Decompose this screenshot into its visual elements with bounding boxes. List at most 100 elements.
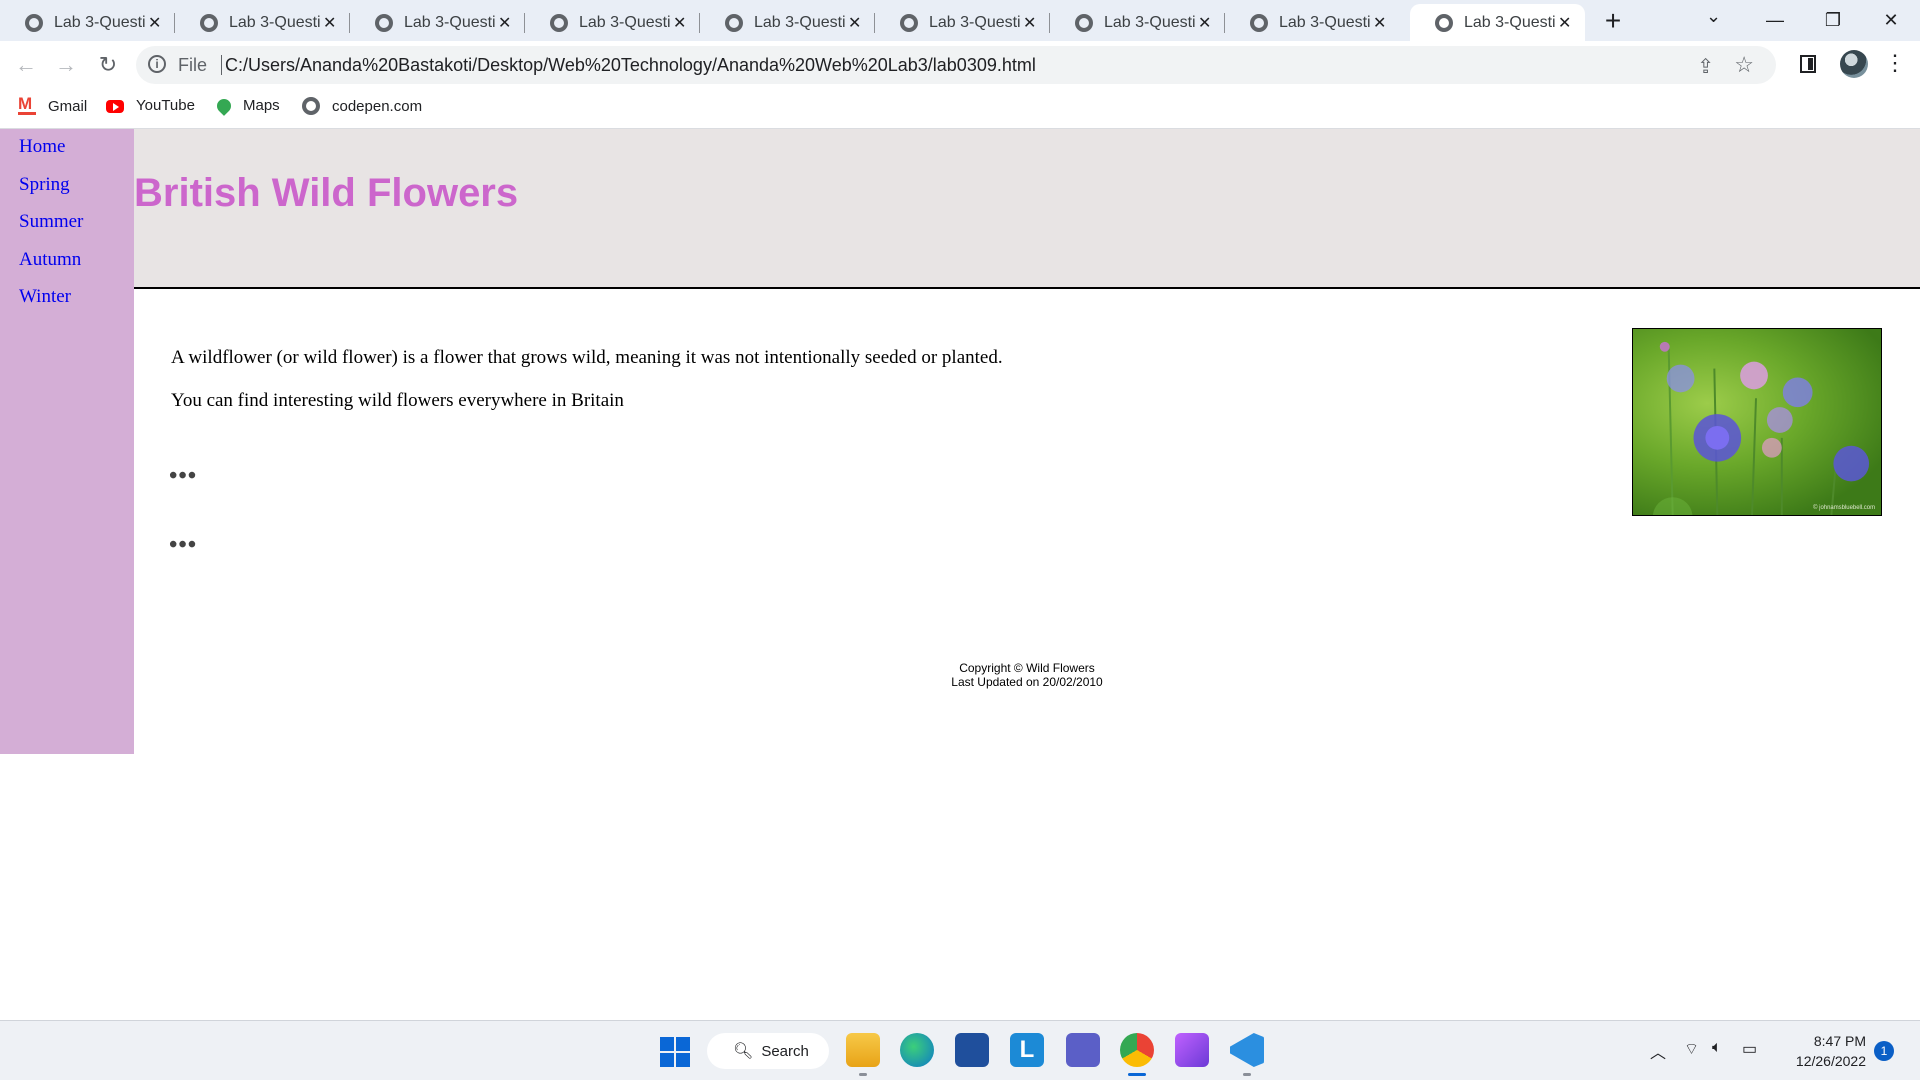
- page-footer: Copyright © Wild Flowers Last Updated on…: [842, 661, 1212, 689]
- last-updated-text: Last Updated on 20/02/2010: [951, 675, 1103, 689]
- close-icon[interactable]: ✕: [1371, 13, 1388, 33]
- browser-toolbar: ← → ↻ i File C:/Users/Ananda%20Bastakoti…: [0, 41, 1920, 89]
- close-icon[interactable]: ✕: [1556, 13, 1573, 33]
- volume-icon[interactable]: 🔈︎: [1712, 1039, 1722, 1057]
- gmail-icon: [18, 94, 36, 115]
- ellipsis-marker: •••: [169, 463, 198, 489]
- wifi-icon[interactable]: ⌔: [1684, 1039, 1699, 1059]
- restore-button[interactable]: ❐: [1805, 4, 1861, 36]
- tab-title: Lab 3-Questio: [54, 13, 147, 31]
- bookmark-youtube[interactable]: YouTube: [106, 97, 195, 114]
- system-clock[interactable]: 8:47 PM 12/26/2022: [1780, 1031, 1866, 1071]
- bookmark-label: YouTube: [136, 97, 195, 114]
- forward-arrow-icon[interactable]: →: [50, 49, 82, 81]
- bookmark-maps[interactable]: Maps: [214, 95, 280, 116]
- tab-title: Lab 3-Questio: [1464, 13, 1557, 31]
- intro-paragraph: A wildflower (or wild flower) is a flowe…: [171, 347, 1003, 368]
- close-icon[interactable]: ✕: [146, 13, 163, 33]
- nav-link-autumn[interactable]: Autumn: [19, 249, 81, 271]
- globe-icon: [900, 13, 918, 32]
- chevron-up-icon[interactable]: ︿: [1650, 1039, 1666, 1063]
- reload-icon[interactable]: ↻: [92, 49, 124, 81]
- vscode-icon[interactable]: [1230, 1033, 1264, 1067]
- teams-icon[interactable]: [1066, 1033, 1100, 1067]
- address-bar[interactable]: i File C:/Users/Ananda%20Bastakoti/Deskt…: [136, 46, 1776, 84]
- nav-link-summer[interactable]: Summer: [19, 211, 83, 233]
- close-icon[interactable]: ✕: [1021, 13, 1038, 33]
- l-app-icon[interactable]: L: [1010, 1033, 1044, 1067]
- kebab-menu-icon[interactable]: ⋮: [1884, 50, 1906, 76]
- clipchamp-icon[interactable]: [1175, 1033, 1209, 1067]
- browser-tab[interactable]: Lab 3-Questio ✕: [0, 4, 175, 41]
- battery-icon[interactable]: ▭: [1742, 1039, 1757, 1059]
- page-header: British Wild Flowers: [134, 129, 1920, 289]
- browser-tab[interactable]: Lab 3-Questio ✕: [1225, 4, 1400, 41]
- browser-tab-active[interactable]: Lab 3-Questio ✕: [1410, 4, 1585, 41]
- browser-tab[interactable]: Lab 3-Questio ✕: [1050, 4, 1225, 41]
- tab-strip: Lab 3-Questio ✕ Lab 3-Questio ✕ Lab 3-Qu…: [0, 0, 1920, 41]
- edge-icon[interactable]: [900, 1033, 934, 1067]
- globe-icon: [1435, 13, 1453, 32]
- minimize-button[interactable]: —: [1747, 4, 1803, 36]
- close-icon[interactable]: ✕: [671, 13, 688, 33]
- cornflower-image: © johnamsbluebell.com: [1632, 328, 1882, 516]
- nav-link-spring[interactable]: Spring: [19, 174, 70, 196]
- globe-icon: [1075, 13, 1093, 32]
- nav-link-home[interactable]: Home: [19, 136, 65, 158]
- info-icon[interactable]: i: [148, 55, 166, 73]
- globe-icon: [200, 13, 218, 32]
- globe-icon: [725, 13, 743, 32]
- profile-avatar[interactable]: [1840, 50, 1868, 78]
- share-icon[interactable]: ⇪: [1697, 54, 1714, 79]
- notification-badge[interactable]: 1: [1874, 1041, 1894, 1061]
- search-label: Search: [761, 1042, 809, 1060]
- globe-icon: [375, 13, 393, 32]
- bookmarks-bar: Gmail YouTube Maps codepen.com: [0, 89, 1920, 129]
- tab-title: Lab 3-Questio: [929, 13, 1022, 31]
- clock-date: 12/26/2022: [1795, 1053, 1866, 1069]
- chrome-icon[interactable]: [1120, 1033, 1154, 1067]
- globe-icon: [25, 13, 43, 32]
- bookmark-label: Gmail: [48, 97, 88, 115]
- page-viewport: Home Spring Summer Autumn Winter British…: [0, 129, 1920, 1020]
- new-tab-button[interactable]: +: [1598, 6, 1628, 36]
- taskbar-search-button[interactable]: 🔍︎ Search: [707, 1033, 829, 1069]
- bookmark-gmail[interactable]: Gmail: [18, 94, 88, 115]
- file-explorer-icon[interactable]: [846, 1033, 880, 1067]
- maps-icon: [214, 95, 234, 116]
- close-window-button[interactable]: ✕: [1863, 4, 1919, 36]
- url-text[interactable]: C:/Users/Ananda%20Bastakoti/Desktop/Web%…: [225, 55, 1036, 76]
- image-credit: © johnamsbluebell.com: [1813, 504, 1875, 511]
- close-icon[interactable]: ✕: [846, 13, 863, 33]
- ellipsis-marker: •••: [169, 532, 198, 558]
- britain-paragraph: You can find interesting wild flowers ev…: [171, 390, 624, 411]
- browser-tab[interactable]: Lab 3-Questio ✕: [875, 4, 1050, 41]
- browser-tab[interactable]: Lab 3-Questio ✕: [175, 4, 350, 41]
- tab-search-chevron-icon[interactable]: ⌄: [1706, 6, 1721, 27]
- tab-title: Lab 3-Questio: [1279, 13, 1372, 31]
- back-arrow-icon[interactable]: ←: [10, 49, 42, 81]
- tab-title: Lab 3-Questio: [1104, 13, 1197, 31]
- side-panel-icon[interactable]: [1800, 55, 1816, 73]
- clock-time: 8:47 PM: [1813, 1033, 1866, 1049]
- globe-icon: [1250, 13, 1268, 32]
- copyright-text: Copyright © Wild Flowers: [959, 661, 1095, 675]
- globe-icon: [550, 13, 568, 32]
- side-navigation: Home Spring Summer Autumn Winter: [0, 129, 134, 754]
- windows-taskbar: 🔍︎ Search L ︿ ⌔ 🔈︎ ▭ 8:47 PM 12/26/2022 …: [0, 1020, 1920, 1080]
- bookmark-label: codepen.com: [332, 97, 423, 115]
- browser-tab[interactable]: Lab 3-Questio ✕: [700, 4, 875, 41]
- bookmark-codepen[interactable]: codepen.com: [302, 97, 422, 115]
- close-icon[interactable]: ✕: [321, 13, 338, 33]
- nav-link-winter[interactable]: Winter: [19, 286, 71, 308]
- tab-title: Lab 3-Questio: [229, 13, 322, 31]
- browser-tab[interactable]: Lab 3-Questio ✕: [350, 4, 525, 41]
- browser-tab[interactable]: Lab 3-Questio ✕: [525, 4, 700, 41]
- search-icon: 🔍︎: [733, 1043, 754, 1060]
- youtube-icon: [106, 100, 124, 113]
- close-icon[interactable]: ✕: [1196, 13, 1213, 33]
- windows-start-icon[interactable]: [660, 1037, 690, 1067]
- bookmark-star-icon[interactable]: ☆: [1734, 52, 1754, 78]
- store-icon[interactable]: [955, 1033, 989, 1067]
- close-icon[interactable]: ✕: [496, 13, 513, 33]
